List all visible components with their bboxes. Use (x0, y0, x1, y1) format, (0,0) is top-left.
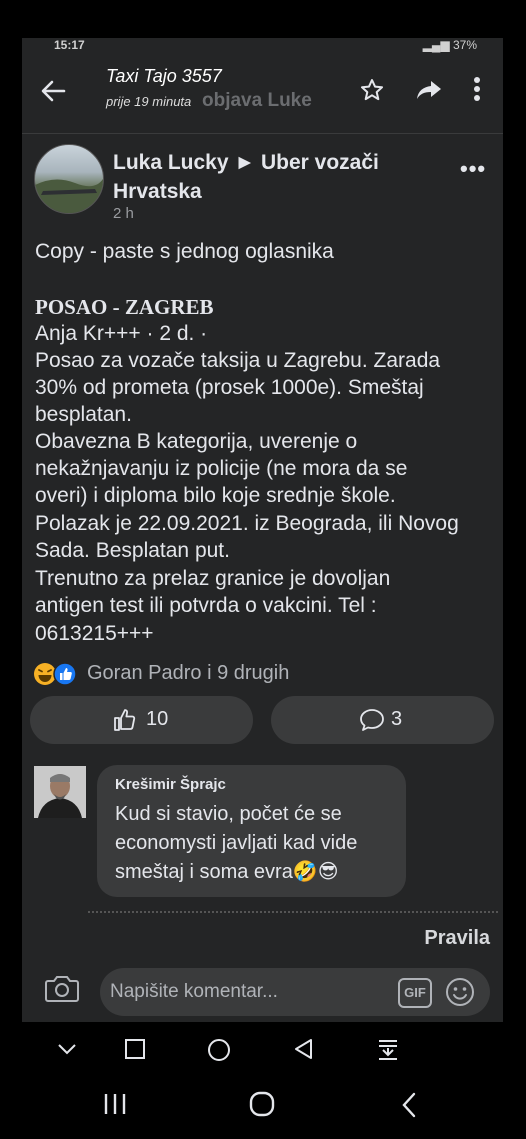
star-icon[interactable] (359, 77, 385, 103)
post-more-icon[interactable]: ••• (460, 156, 486, 182)
post-body-line: Obavezna B kategorija, uverenje o (35, 430, 358, 453)
post-author[interactable]: Luka Lucky ► Uber vozači Hrvatska (113, 148, 433, 206)
header-divider (22, 133, 503, 134)
avatar-photo-icon (35, 179, 103, 213)
share-icon[interactable] (415, 77, 443, 103)
status-time: 15:17 (54, 38, 85, 52)
recent-apps-icon[interactable] (102, 1092, 128, 1116)
author-avatar[interactable] (34, 144, 104, 214)
comment-bubble[interactable]: Krešimir Šprajc Kud si stavio, počet će … (97, 765, 406, 897)
commenter-name[interactable]: Krešimir Šprajc (115, 776, 226, 793)
gif-button[interactable]: GIF (398, 978, 432, 1008)
post-body-line: Polazak je 22.09.2021. iz Beograda, ili … (35, 512, 459, 535)
emoji-icon[interactable] (444, 976, 476, 1008)
reactions-text: Goran Padro i 9 drugih (87, 662, 290, 684)
camera-icon[interactable] (44, 973, 80, 1005)
post-intro: Copy - paste s jednog oglasnika (35, 240, 334, 263)
comment-line: Kud si stavio, počet će se (115, 803, 342, 825)
post-body-line: Trenutno za prelaz granice je dovoljan (35, 567, 391, 590)
post-body-line: 0613215+++ (35, 622, 154, 645)
chevron-down-icon[interactable] (56, 1042, 78, 1056)
comment-input[interactable]: Napišite komentar... GIF (100, 968, 490, 1016)
page-subtitle: prije 19 minuta (106, 94, 192, 109)
post-body-line: overi) i diploma bilo koje srednje škole… (35, 484, 396, 507)
ghost-header-text: objava Luke (202, 90, 312, 111)
comment-text: Kud si stavio, počet će se economysti ja… (115, 800, 400, 887)
top-bar: objava Luke Taxi Tajo 3557 prije 19 minu… (22, 56, 503, 122)
status-bar: 15:17 ▂▄▆ 37% (22, 38, 503, 56)
comment-count: 3 (391, 708, 403, 730)
commenter-photo-icon (34, 766, 86, 818)
like-count: 10 (146, 708, 169, 730)
status-battery: ▂▄▆ 37% (422, 38, 477, 52)
rules-link[interactable]: Pravila (424, 927, 490, 950)
comment-placeholder: Napišite komentar... (110, 981, 278, 1002)
back-triangle-icon[interactable] (292, 1037, 314, 1061)
comment-bubble-icon (360, 709, 384, 731)
commenter-avatar[interactable] (34, 766, 86, 818)
back-arrow-icon[interactable] (38, 76, 68, 106)
back-chevron-icon[interactable] (400, 1092, 418, 1118)
comment-button[interactable]: 3 (271, 696, 494, 744)
faded-comment-row (88, 911, 498, 916)
post-body-line: nekažnjavanju iz policije (ne mora da se (35, 457, 408, 480)
post-heading: POSAO - ZAGREB (35, 295, 214, 319)
home-circle-icon[interactable] (206, 1037, 232, 1063)
like-reaction-icon (53, 662, 77, 686)
notification-pull-icon[interactable] (376, 1037, 400, 1061)
post-body-line: 30% od prometa (prosek 1000e). Smeštaj (35, 376, 424, 399)
post-body-line: Posao za vozače taksija u Zagrebu. Zarad… (35, 349, 441, 372)
recents-square-icon[interactable] (124, 1038, 146, 1060)
like-button[interactable]: 10 (30, 696, 253, 744)
post-time[interactable]: 2 h (113, 205, 134, 222)
page-title: Taxi Tajo 3557 (106, 66, 222, 86)
post-body-line: Sada. Besplatan put. (35, 539, 230, 562)
more-vertical-icon[interactable] (473, 75, 481, 103)
post-body-line: antigen test ili potvrda o vakcini. Tel … (35, 594, 377, 617)
battery-level: 37% (452, 38, 477, 52)
post-meta: Anja Kr+++ · 2 d. · (35, 322, 208, 345)
comment-line: economysti javljati kad vide (115, 832, 358, 854)
comment-line: smeštaj i soma evra🤣😎 (115, 861, 339, 883)
post-body-line: besplatan. (35, 403, 132, 426)
android-nav-bar (0, 1022, 526, 1139)
thumbs-up-icon (114, 709, 136, 731)
home-rounded-icon[interactable] (248, 1090, 276, 1118)
app-screen: 15:17 ▂▄▆ 37% objava Luke Taxi Tajo 3557… (22, 38, 503, 1022)
